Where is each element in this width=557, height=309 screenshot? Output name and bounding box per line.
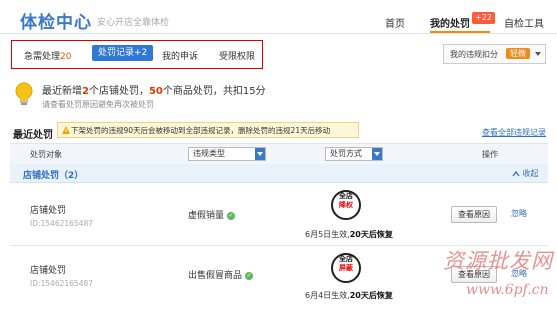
watermark-url: www.6pf.cn: [466, 282, 549, 298]
row-2-stamp-top: 全店: [339, 255, 353, 263]
item-penalty-count: 50: [148, 86, 163, 97]
warning-icon: [62, 126, 70, 134]
th-object: 处罚对象: [30, 150, 62, 159]
row-1-name: 店铺处罚: [30, 206, 67, 216]
row-1-penalty-stamp: 全店 降权: [331, 190, 361, 220]
tab-penalty-records[interactable]: 处罚记录+2: [92, 45, 154, 61]
score-label: 我的违规扣分: [450, 50, 498, 59]
row-2-effect-days: 20天后恢复: [349, 291, 393, 300]
lightbulb-icon: [14, 82, 34, 111]
summary-mid2: 个商品处罚，共扣15分: [162, 86, 266, 97]
row-2-type: 出售假冒商品 ✓: [188, 268, 254, 281]
row-2-type-label: 出售假冒商品: [188, 271, 243, 281]
view-all-records-link[interactable]: 查看全部违规记录: [482, 127, 546, 138]
collapse-label: 收起: [522, 169, 539, 178]
slogan: 安心开店全靠体检: [97, 18, 170, 28]
notice-text: 下架处罚的违规90天后会被移动到全部违规记录，删除处罚的违规21天后移动: [71, 126, 331, 135]
violation-type-label: 违规类型: [193, 149, 225, 158]
row-1-ignore-link[interactable]: 忽略: [511, 208, 527, 219]
summary-text: 最近新增2个店铺处罚，50个商品处罚，共扣15分: [42, 82, 266, 97]
violation-type-select[interactable]: 违规类型: [188, 147, 266, 161]
info-icon[interactable]: ✓: [227, 211, 236, 220]
tab-urgent[interactable]: 急需处理20: [24, 49, 71, 62]
summary-prefix: 最近新增: [42, 86, 82, 97]
chevron-down-icon: [372, 148, 382, 160]
store-penalty-count: 2: [82, 86, 89, 97]
row-2-name: 店铺处罚: [30, 266, 67, 276]
row-2-effect: 6月4日生效,20天后恢复: [305, 290, 393, 301]
tab-urgent-count: 20: [60, 52, 72, 62]
row-2-stamp-bottom: 屏蔽: [339, 264, 353, 272]
chevron-up-icon: [512, 170, 520, 176]
nav-badge: +22: [472, 12, 495, 24]
info-icon[interactable]: ✓: [245, 271, 254, 280]
tab-restricted-permissions[interactable]: 受限权限: [219, 49, 255, 62]
summary-mid1: 个店铺处罚，: [88, 86, 149, 97]
score-badge: 轻微: [506, 48, 530, 59]
penalty-method-label: 处罚方式: [330, 149, 362, 158]
row-1-effect-date: 6月5日生效,: [305, 230, 350, 239]
header-divider: [0, 33, 557, 34]
collapse-toggle[interactable]: 收起: [512, 168, 539, 179]
row-2-penalty-stamp: 全店 屏蔽: [331, 253, 361, 283]
tab-bar: 急需处理20 处罚记录+2 我的申诉 受限权限: [11, 40, 263, 69]
row-1-stamp-top: 全店: [339, 192, 353, 200]
nav-my-penalties[interactable]: 我的处罚: [430, 15, 470, 30]
row-1-id: ID:15462165487: [30, 219, 94, 228]
penalty-method-select[interactable]: 处罚方式: [325, 147, 383, 161]
row-1-view-reason-button[interactable]: 查看原因: [451, 206, 497, 223]
row-2-effect-date: 6月4日生效,: [305, 291, 350, 300]
score-dropdown[interactable]: 我的违规扣分 轻微: [443, 44, 546, 64]
row-1-type: 虚假销量 ✓: [188, 208, 236, 221]
row-1-effect: 6月5日生效,20天后恢复: [305, 229, 393, 240]
section-title: 最近处罚: [13, 130, 53, 141]
row-2-id: ID:15462165487: [30, 279, 94, 288]
page-title: 体检中心: [20, 13, 92, 33]
chevron-down-icon: [535, 52, 541, 56]
row-1-type-label: 虚假销量: [188, 211, 225, 221]
row-1-stamp-bottom: 降权: [339, 201, 353, 209]
summary-hint: 请查看处罚原因避免再次被处罚: [42, 100, 154, 109]
th-action: 操作: [482, 150, 498, 159]
store-penalty-group: 店铺处罚（2） 收起: [10, 164, 548, 183]
nav-self-check[interactable]: 自检工具: [504, 15, 544, 30]
notice-banner: 下架处罚的违规90天后会被移动到全部违规记录，删除处罚的违规21天后移动: [57, 122, 359, 138]
chevron-down-icon: [255, 148, 265, 160]
watermark-logo-text: 资源批发网: [443, 249, 553, 273]
nav-home[interactable]: 首页: [385, 15, 405, 30]
row-1-effect-days: 20天后恢复: [349, 230, 393, 239]
tab-my-appeals[interactable]: 我的申诉: [162, 49, 198, 62]
group-label: 店铺处罚（2）: [23, 171, 84, 181]
tab-urgent-label: 急需处理: [24, 52, 61, 62]
table-header: 处罚对象 违规类型 处罚方式 操作: [10, 143, 548, 165]
